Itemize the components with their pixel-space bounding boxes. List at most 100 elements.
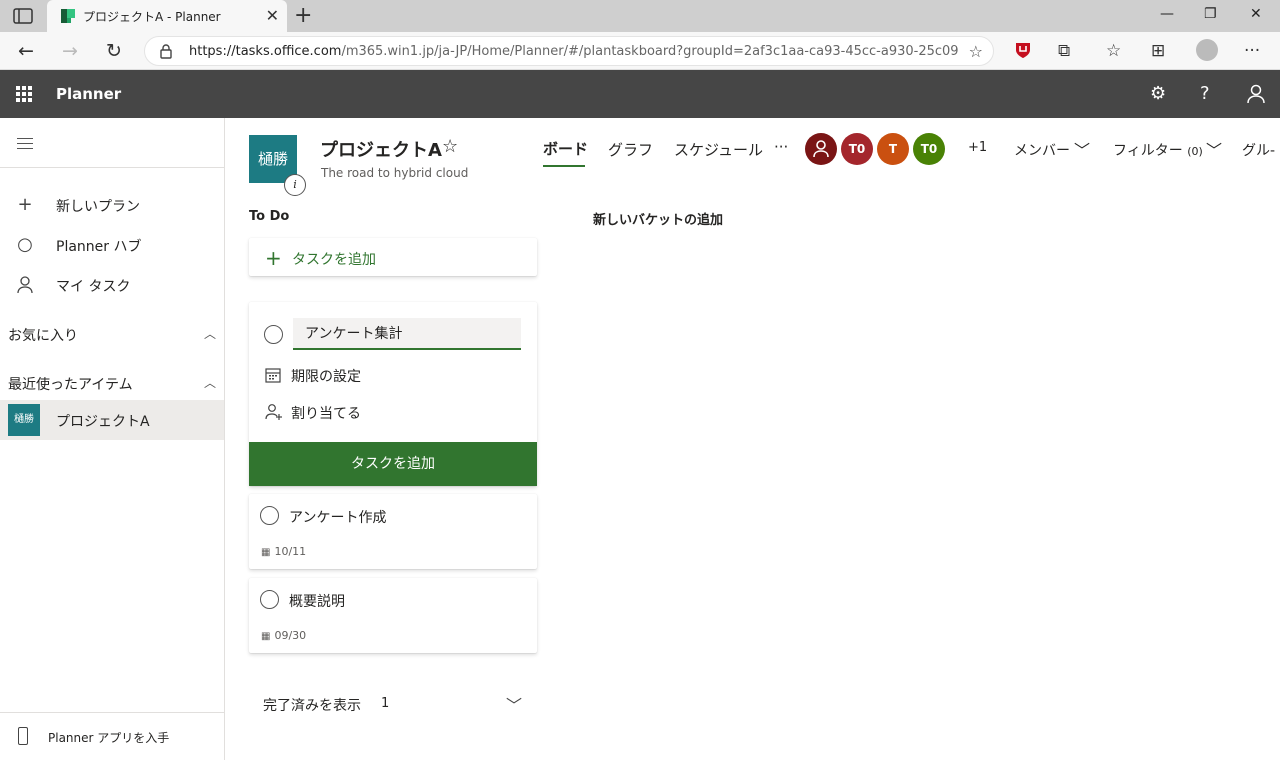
favorites-section[interactable]: お気に入り	[8, 325, 78, 345]
recent-item-project-a[interactable]: 樋勝 プロジェクトA	[0, 400, 224, 440]
window-close-icon[interactable]: ✕	[1250, 6, 1262, 22]
favorites-icon[interactable]: ☆	[1106, 41, 1121, 61]
account-icon[interactable]	[1246, 84, 1266, 104]
task-card[interactable]: 概要説明 ▦ 09/30	[249, 578, 537, 653]
filter-dropdown[interactable]: フィルター (0)	[1113, 140, 1203, 160]
completed-label: 完了済みを表示	[263, 698, 361, 714]
browser-tab[interactable]: プロジェクトA - Planner ✕	[47, 0, 287, 32]
assign-label: 割り当てる	[291, 406, 361, 422]
calendar-icon: ▦	[261, 547, 271, 558]
app-header: Planner ⚙ ?	[0, 70, 1280, 118]
show-completed-toggle[interactable]: 完了済みを表示 1 ﹀	[263, 695, 522, 715]
url-text: https://tasks.office.com/m365.win1.jp/ja…	[189, 44, 959, 59]
lock-icon	[160, 44, 172, 59]
calendar-icon: ▦	[261, 631, 271, 642]
complete-circle-icon[interactable]	[260, 590, 279, 609]
person-icon	[813, 140, 829, 158]
sidebar-item-planner-hub[interactable]: ○ Planner ハブ	[0, 224, 224, 264]
chevron-up-icon[interactable]: ︿	[204, 374, 216, 391]
complete-circle-icon[interactable]	[264, 325, 283, 344]
task-title: アンケート作成	[289, 510, 387, 526]
task-due-date: ▦ 10/11	[261, 545, 306, 558]
member-avatar[interactable]: T	[877, 133, 909, 165]
task-due-date: ▦ 09/30	[261, 629, 306, 642]
person-icon	[17, 276, 33, 294]
back-icon[interactable]: ←	[18, 40, 34, 62]
more-tabs-button[interactable]: ···	[774, 138, 788, 156]
sidebar-item-new-plan[interactable]: + 新しいプラン	[0, 184, 224, 224]
due-date-text: 10/11	[274, 545, 307, 558]
task-card[interactable]: アンケート作成 ▦ 10/11	[249, 494, 537, 569]
minimize-icon[interactable]: —	[1160, 6, 1174, 22]
tab-title: プロジェクトA - Planner	[83, 10, 221, 24]
browser-toolbar: ← → ↻ https://tasks.office.com/m365.win1…	[0, 32, 1280, 70]
plus-icon: +	[265, 246, 282, 270]
filter-count: (0)	[1187, 145, 1203, 158]
chevron-up-icon[interactable]: ︿	[204, 325, 216, 342]
group-dropdown[interactable]: グル-	[1242, 140, 1275, 160]
settings-icon[interactable]: ⚙	[1150, 83, 1166, 104]
add-task-label: タスクを追加	[292, 252, 376, 268]
main-board: 樋勝 i プロジェクトA ☆ The road to hybrid cloud …	[226, 118, 1280, 760]
app-name[interactable]: Planner	[56, 85, 121, 103]
forward-icon[interactable]: →	[62, 40, 78, 62]
profile-icon[interactable]	[1196, 39, 1218, 61]
hamburger-icon[interactable]	[17, 138, 33, 153]
complete-circle-icon[interactable]	[260, 506, 279, 525]
completed-count: 1	[381, 696, 390, 711]
left-nav: + 新しいプラン ○ Planner ハブ マイ タスク お気に入り ︿ 最近使…	[0, 118, 225, 760]
submit-task-button[interactable]: タスクを追加	[249, 442, 537, 486]
due-date-text: 09/30	[274, 629, 307, 642]
url-host: https://tasks.office.com	[189, 44, 342, 59]
member-avatar[interactable]	[805, 133, 837, 165]
active-tab-indicator	[543, 165, 585, 167]
tab-charts[interactable]: グラフ	[608, 139, 653, 160]
get-app-link[interactable]: Planner アプリを入手	[0, 712, 224, 760]
plan-subtitle: The road to hybrid cloud	[321, 166, 469, 180]
task-name-input[interactable]	[293, 318, 521, 350]
sidebar-item-label: Planner ハブ	[56, 239, 142, 255]
more-members-count[interactable]: +1	[968, 140, 987, 155]
tab-actions-icon[interactable]	[13, 8, 33, 24]
circle-icon: ○	[17, 234, 33, 255]
collections-icon[interactable]: ⊞	[1151, 41, 1165, 61]
divider	[0, 167, 224, 168]
browser-tab-bar: プロジェクトA - Planner ✕ + — ❐ ✕	[0, 0, 1280, 32]
chevron-down-icon[interactable]: ﹀	[1074, 137, 1090, 161]
member-avatar[interactable]: T0	[841, 133, 873, 165]
new-tab-icon[interactable]: +	[294, 3, 312, 28]
bucket-title[interactable]: To Do	[249, 209, 289, 224]
chevron-down-icon[interactable]: ﹀	[1206, 137, 1222, 161]
planner-favicon-icon	[61, 9, 75, 23]
favorite-star-icon[interactable]: ☆	[442, 136, 458, 157]
more-icon[interactable]: ···	[1244, 41, 1260, 61]
add-favorite-icon[interactable]: ☆	[969, 42, 983, 61]
members-dropdown[interactable]: メンバー	[1014, 140, 1070, 160]
restore-icon[interactable]: ❐	[1204, 6, 1217, 22]
sidebar-item-label: 新しいプラン	[56, 199, 140, 215]
task-title: 概要説明	[289, 594, 345, 610]
refresh-icon[interactable]: ↻	[106, 40, 122, 62]
info-icon[interactable]: i	[284, 174, 306, 196]
extensions-icon[interactable]: ⧉	[1058, 41, 1070, 61]
url-path: /m365.win1.jp/ja-JP/Home/Planner/#/plant…	[341, 44, 959, 59]
tab-board[interactable]: ボード	[543, 138, 588, 159]
plan-title: プロジェクトA	[320, 140, 442, 161]
app-launcher-icon[interactable]	[16, 86, 32, 102]
filter-label: フィルター	[1113, 143, 1183, 159]
sidebar-item-my-tasks[interactable]: マイ タスク	[0, 264, 224, 304]
recent-section[interactable]: 最近使ったアイテム	[8, 374, 133, 394]
recent-item-label: プロジェクトA	[56, 414, 150, 430]
phone-icon	[18, 727, 28, 745]
shield-extension-icon[interactable]	[1015, 41, 1031, 59]
member-avatar[interactable]: T0	[913, 133, 945, 165]
tab-close-icon[interactable]: ✕	[266, 6, 279, 25]
tab-schedule[interactable]: スケジュール	[674, 139, 763, 160]
help-icon[interactable]: ?	[1200, 83, 1210, 104]
calendar-icon	[265, 368, 281, 383]
address-bar[interactable]: https://tasks.office.com/m365.win1.jp/ja…	[144, 36, 994, 66]
chevron-down-icon[interactable]: ﹀	[506, 692, 522, 716]
plan-avatar: 樋勝	[8, 404, 40, 436]
add-task-button[interactable]: + タスクを追加	[249, 238, 537, 276]
add-bucket-link[interactable]: 新しいバケットの追加	[593, 209, 723, 228]
